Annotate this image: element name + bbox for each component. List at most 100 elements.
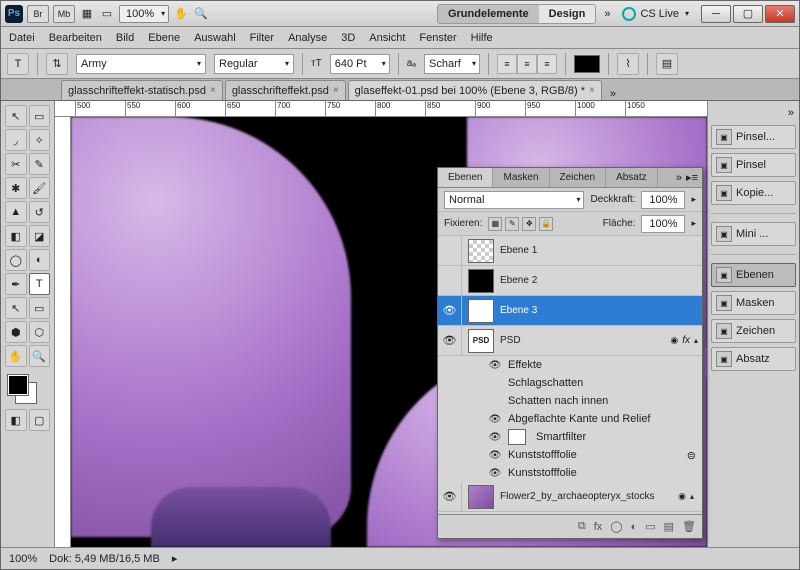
new-layer-icon[interactable]: ▤ — [664, 520, 674, 533]
workspace-switcher[interactable]: Grundelemente Design — [437, 4, 596, 24]
panel-tab-ebenen[interactable]: Ebenen — [438, 168, 493, 187]
dodge-tool[interactable]: ◐ — [29, 249, 51, 271]
layer-effect[interactable]: 👁Abgeflachte Kante und Relief — [438, 410, 702, 428]
layer-thumb[interactable] — [468, 269, 494, 293]
layer-effect[interactable]: Schlagschatten — [438, 374, 702, 392]
color-swatches[interactable] — [5, 375, 50, 407]
brush-tool[interactable]: 🖌 — [29, 177, 51, 199]
panel-tab-masken[interactable]: Masken — [493, 168, 549, 187]
gradient-tool[interactable]: ◪ — [29, 225, 51, 247]
blend-mode-select[interactable]: Normal — [444, 191, 584, 209]
opacity-field[interactable]: 100% — [641, 191, 685, 209]
visibility-icon[interactable]: 👁 — [488, 414, 502, 425]
dock-button-masken[interactable]: ▣Masken — [711, 291, 796, 315]
menu-hilfe[interactable]: Hilfe — [471, 32, 493, 44]
lock-icons[interactable]: ▦✎✥🔒 — [488, 217, 553, 231]
group-icon[interactable]: ▭ — [645, 520, 655, 533]
3d-camera-tool[interactable]: ⬡ — [29, 321, 51, 343]
visibility-icon[interactable] — [438, 266, 462, 295]
layer-effect[interactable]: 👁Smartfilter — [438, 428, 702, 446]
workspace-other[interactable]: Design — [539, 5, 596, 23]
minimize-button[interactable]: ─ — [701, 5, 731, 23]
document-tab[interactable]: glasschrifteffekt.psd× — [225, 80, 346, 100]
menu-filter[interactable]: Filter — [250, 32, 274, 44]
view-arrange-icon[interactable]: ▭ — [99, 7, 115, 20]
visibility-icon[interactable] — [438, 236, 462, 265]
lasso-tool[interactable]: ◞ — [5, 129, 27, 151]
visibility-icon[interactable]: 👁 — [488, 360, 502, 371]
dock-button-ebenen[interactable]: ▣Ebenen — [711, 263, 796, 287]
tab-close-icon[interactable]: × — [589, 85, 595, 96]
visibility-icon[interactable]: 👁 — [438, 326, 462, 355]
tool-preset-icon[interactable]: T — [7, 53, 29, 75]
antialias-select[interactable]: Scharf — [424, 54, 480, 74]
screenmode-tool[interactable]: ▢ — [29, 409, 51, 431]
fx-badge[interactable]: fx — [682, 335, 690, 346]
zoom-icon[interactable]: 🔍 — [193, 7, 209, 20]
cslive-button[interactable]: CS Live▾ — [622, 7, 689, 21]
font-style-select[interactable]: Regular — [214, 54, 294, 74]
crop-tool[interactable]: ✂ — [5, 153, 27, 175]
eyedropper-tool[interactable]: ✎ — [29, 153, 51, 175]
panel-tab-absatz[interactable]: Absatz — [606, 168, 658, 187]
bridge-button[interactable]: Br — [27, 5, 49, 23]
layer-name[interactable]: Ebene 3 — [500, 305, 698, 316]
text-color-swatch[interactable] — [574, 55, 600, 73]
wand-tool[interactable]: ✧ — [29, 129, 51, 151]
shape-tool[interactable]: ▭ — [29, 297, 51, 319]
heal-tool[interactable]: ✱ — [5, 177, 27, 199]
layer-row[interactable]: Ebene 1 — [438, 236, 702, 266]
visibility-icon[interactable]: 👁 — [438, 482, 462, 511]
tabs-overflow-icon[interactable]: » — [604, 88, 622, 100]
tab-close-icon[interactable]: × — [333, 85, 339, 96]
menu-datei[interactable]: Datei — [9, 32, 35, 44]
layer-thumb[interactable]: PSD — [468, 299, 494, 323]
mask-icon[interactable]: ◯ — [610, 520, 622, 533]
close-button[interactable]: ✕ — [765, 5, 795, 23]
hand-tool[interactable]: ✋ — [5, 345, 27, 367]
workspace-active[interactable]: Grundelemente — [438, 5, 539, 23]
dock-button-zeichen[interactable]: ▣Zeichen — [711, 319, 796, 343]
trash-icon[interactable]: 🗑 — [682, 520, 696, 533]
layer-name[interactable]: Ebene 2 — [500, 275, 698, 286]
marquee-tool[interactable]: ▭ — [29, 105, 51, 127]
dock-button-kopie[interactable]: ▣Kopie... — [711, 181, 796, 205]
expand-icon[interactable]: ▴ — [694, 336, 698, 345]
panel-menu-icon[interactable]: ▸≡ — [686, 171, 698, 184]
zoom-select[interactable]: 100% — [119, 5, 169, 23]
font-family-select[interactable]: Army — [76, 54, 206, 74]
history-brush-tool[interactable]: ↺ — [29, 201, 51, 223]
type-tool[interactable]: T — [29, 273, 51, 295]
layer-row[interactable]: 👁PSDEbene 3 — [438, 296, 702, 326]
status-flyout-icon[interactable]: ▸ — [172, 552, 178, 565]
status-zoom[interactable]: 100% — [9, 553, 37, 565]
tab-close-icon[interactable]: × — [210, 85, 216, 96]
layer-thumb[interactable] — [468, 485, 494, 509]
menu-fenster[interactable]: Fenster — [419, 32, 456, 44]
visibility-icon[interactable]: 👁 — [488, 450, 502, 461]
dock-button-absatz[interactable]: ▣Absatz — [711, 347, 796, 371]
layer-row[interactable]: 👁PSDPSD◉fx▴ — [438, 326, 702, 356]
pen-tool[interactable]: ✒ — [5, 273, 27, 295]
warp-text-icon[interactable]: ⌇ — [617, 53, 639, 75]
menu-ebene[interactable]: Ebene — [148, 32, 180, 44]
panel-tab-zeichen[interactable]: Zeichen — [550, 168, 607, 187]
document-tab[interactable]: glaseffekt-01.psd bei 100% (Ebene 3, RGB… — [348, 80, 602, 100]
quickmask-tool[interactable]: ◧ — [5, 409, 27, 431]
filter-mask-thumb[interactable] — [508, 429, 526, 445]
layer-row[interactable]: Ebene 2 — [438, 266, 702, 296]
visibility-icon[interactable]: 👁 — [488, 432, 502, 443]
eraser-tool[interactable]: ◧ — [5, 225, 27, 247]
blur-tool[interactable]: ◯ — [5, 249, 27, 271]
visibility-icon[interactable]: 👁 — [488, 468, 502, 479]
move-tool[interactable]: ↖ — [5, 105, 27, 127]
opacity-flyout-icon[interactable]: ▸ — [691, 194, 696, 205]
dock-button-mini[interactable]: ▣Mini ... — [711, 222, 796, 246]
dock-button-pinsel[interactable]: ▣Pinsel... — [711, 125, 796, 149]
layer-effect[interactable]: 👁Kunststofffolie⊜ — [438, 446, 702, 464]
text-orientation-icon[interactable]: ⇅ — [46, 53, 68, 75]
view-extras-icon[interactable]: ▦ — [79, 7, 95, 20]
menu-ansicht[interactable]: Ansicht — [369, 32, 405, 44]
menu-analyse[interactable]: Analyse — [288, 32, 327, 44]
menu-3d[interactable]: 3D — [341, 32, 355, 44]
